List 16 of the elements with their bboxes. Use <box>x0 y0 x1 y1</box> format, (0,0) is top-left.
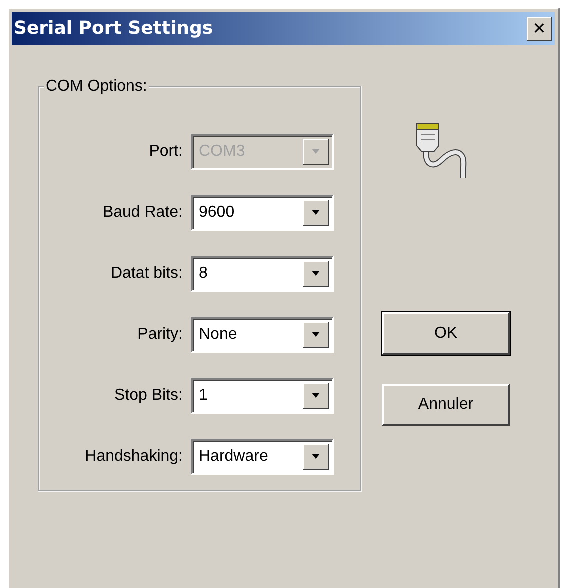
dropdown[interactable]: Hardware <box>191 439 334 475</box>
dialog-button[interactable]: OK <box>382 312 510 355</box>
field-label: Parity: <box>136 326 183 344</box>
field-label: Datat bits: <box>110 265 183 283</box>
field-label: Port: <box>148 143 183 161</box>
dialog-button[interactable]: Annuler <box>382 384 510 426</box>
window-title: Serial Port Settings <box>14 18 214 39</box>
field-label: Baud Rate: <box>102 204 183 222</box>
dropdown[interactable]: 9600 <box>191 195 334 231</box>
dropdown[interactable]: 8 <box>191 256 334 292</box>
dropdown[interactable]: None <box>191 317 334 353</box>
group-title: COM Options: <box>45 78 148 96</box>
dropdown[interactable]: 1 <box>191 378 334 414</box>
field-label: Stop Bits: <box>114 387 183 405</box>
close-button[interactable]: ✕ <box>527 16 552 40</box>
field-label: Handshaking: <box>84 448 183 466</box>
